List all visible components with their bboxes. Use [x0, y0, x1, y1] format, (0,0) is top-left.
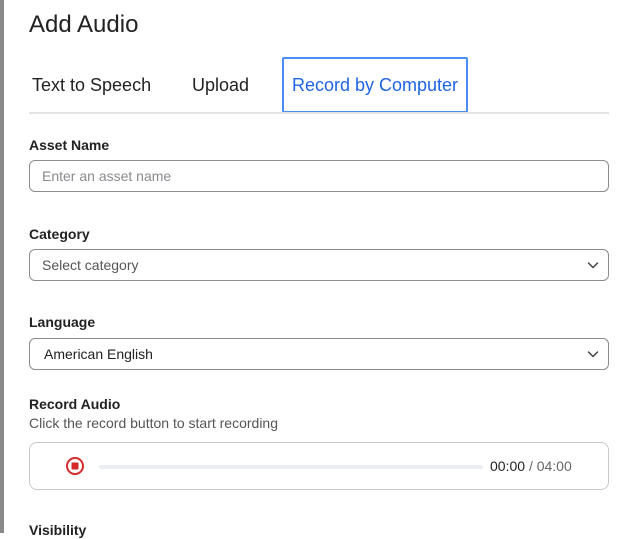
- time-separator: /: [528, 458, 533, 474]
- current-time: 00:00: [490, 458, 526, 474]
- record-audio-helper-text: Click the record button to start recordi…: [29, 415, 279, 431]
- recording-time: 00:00 / 04:00: [490, 456, 572, 476]
- recording-progress-bar[interactable]: [99, 465, 483, 469]
- tab-upload[interactable]: Upload: [192, 57, 249, 113]
- asset-name-field-wrapper: [29, 160, 609, 192]
- tab-text-to-speech[interactable]: Text to Speech: [32, 57, 151, 113]
- visibility-label: Visibility: [29, 522, 87, 538]
- category-label: Category: [29, 226, 90, 242]
- chevron-down-icon: [587, 262, 599, 269]
- language-selected-value: American English: [44, 346, 153, 362]
- background-window-edge: [0, 0, 4, 533]
- audio-source-tabs: Text to Speech Upload Record by Computer: [29, 57, 609, 114]
- category-select[interactable]: Select category: [29, 249, 609, 281]
- tabs-divider: [29, 112, 609, 114]
- record-stop-icon[interactable]: [65, 456, 85, 476]
- category-selected-value: Select category: [42, 257, 139, 273]
- tab-record-by-computer[interactable]: Record by Computer: [282, 57, 468, 113]
- asset-name-label: Asset Name: [29, 137, 110, 153]
- record-audio-label: Record Audio: [29, 396, 121, 412]
- dialog-title: Add Audio: [29, 11, 139, 38]
- chevron-down-icon: [587, 351, 599, 358]
- audio-recorder: 00:00 / 04:00: [29, 442, 609, 490]
- asset-name-input[interactable]: [42, 162, 596, 190]
- total-time: 04:00: [536, 458, 572, 474]
- language-label: Language: [29, 314, 96, 330]
- language-select[interactable]: American English: [29, 338, 609, 370]
